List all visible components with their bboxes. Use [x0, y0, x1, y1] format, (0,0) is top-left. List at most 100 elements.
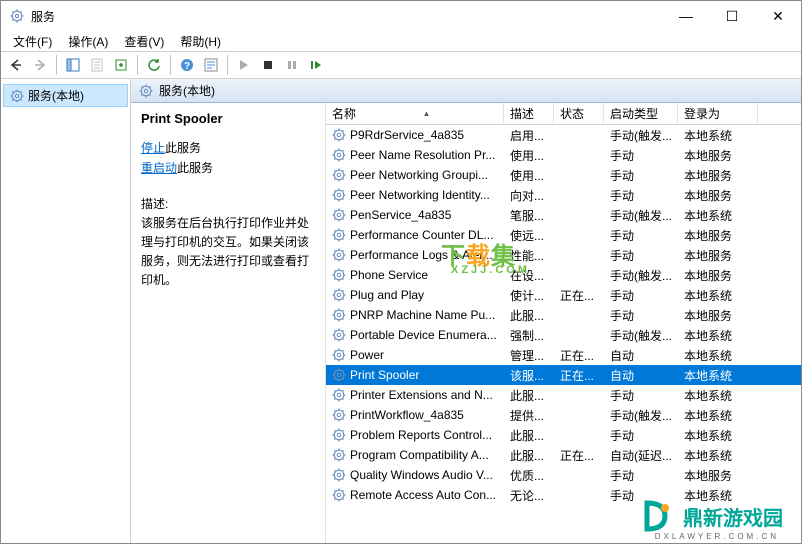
table-row[interactable]: Peer Networking Identity...向对...手动本地服务 — [326, 185, 801, 205]
table-row[interactable]: Print Spooler该服...正在...自动本地系统 — [326, 365, 801, 385]
cell-desc: 笔服... — [504, 207, 554, 224]
back-button[interactable] — [5, 54, 27, 76]
table-row[interactable]: Quality Windows Audio V...优质...手动本地服务 — [326, 465, 801, 485]
maximize-button[interactable]: ☐ — [709, 1, 755, 31]
detail-actions: 停止此服务 重启动此服务 — [141, 138, 315, 179]
table-row[interactable]: Peer Name Resolution Pr...使用...手动本地服务 — [326, 145, 801, 165]
cell-status: 正在... — [554, 447, 604, 464]
cell-startup: 手动(触发... — [604, 267, 678, 284]
restart-suffix: 此服务 — [177, 161, 213, 175]
table-row[interactable]: P9RdrService_4a835启用...手动(触发...本地系统 — [326, 125, 801, 145]
table-row[interactable]: PrintWorkflow_4a835提供...手动(触发...本地系统 — [326, 405, 801, 425]
cell-name: Program Compatibility A... — [326, 448, 504, 462]
toolbar: ? — [1, 51, 801, 79]
cell-logon: 本地服务 — [678, 147, 758, 164]
cell-desc: 管理... — [504, 347, 554, 364]
cell-name: PenService_4a835 — [326, 208, 504, 222]
cell-logon: 本地系统 — [678, 207, 758, 224]
service-name-text: Program Compatibility A... — [350, 448, 489, 462]
table-row[interactable]: Phone Service在设...手动(触发...本地服务 — [326, 265, 801, 285]
column-status[interactable]: 状态 — [554, 103, 604, 124]
gear-icon — [332, 228, 346, 242]
table-row[interactable]: Performance Logs & Aler...性能...手动本地服务 — [326, 245, 801, 265]
table-row[interactable]: Portable Device Enumera...强制...手动(触发...本… — [326, 325, 801, 345]
cell-name: P9RdrService_4a835 — [326, 128, 504, 142]
gear-icon — [10, 89, 24, 103]
table-row[interactable]: Performance Counter DL...使远...手动本地服务 — [326, 225, 801, 245]
cell-desc: 优质... — [504, 467, 554, 484]
table-row[interactable]: Remote Access Auto Con...无论...手动本地系统 — [326, 485, 801, 505]
cell-logon: 本地服务 — [678, 247, 758, 264]
column-description[interactable]: 描述 — [504, 103, 554, 124]
menubar: 文件(F) 操作(A) 查看(V) 帮助(H) — [1, 31, 801, 51]
cell-logon: 本地服务 — [678, 227, 758, 244]
restart-service-link[interactable]: 重启动 — [141, 161, 177, 175]
restart-service-button[interactable] — [305, 54, 327, 76]
cell-name: Print Spooler — [326, 368, 504, 382]
export-button[interactable] — [110, 54, 132, 76]
tree-root-services-local[interactable]: 服务(本地) — [3, 84, 128, 107]
toolbar-separator — [56, 55, 57, 75]
table-row[interactable]: PenService_4a835笔服...手动(触发...本地系统 — [326, 205, 801, 225]
gear-icon — [332, 328, 346, 342]
column-startup-type[interactable]: 启动类型 — [604, 103, 678, 124]
table-row[interactable]: Peer Networking Groupi...使用...手动本地服务 — [326, 165, 801, 185]
services-window: 服务 — ☐ ✕ 文件(F) 操作(A) 查看(V) 帮助(H) — [0, 0, 802, 544]
sort-asc-icon: ▲ — [356, 109, 497, 118]
cell-desc: 性能... — [504, 247, 554, 264]
titlebar: 服务 — ☐ ✕ — [1, 1, 801, 31]
table-row[interactable]: PNRP Machine Name Pu...此服...手动本地服务 — [326, 305, 801, 325]
cell-logon: 本地系统 — [678, 487, 758, 504]
description-label: 描述: — [141, 195, 315, 212]
description-text: 该服务在后台执行打印作业并处理与打印机的交互。如果关闭该服务，则无法进行打印或查… — [141, 214, 315, 291]
close-button[interactable]: ✕ — [755, 1, 801, 31]
pause-service-button[interactable] — [281, 54, 303, 76]
service-name-text: Plug and Play — [350, 288, 424, 302]
service-name-text: Portable Device Enumera... — [350, 328, 497, 342]
cell-desc: 使用... — [504, 167, 554, 184]
start-service-button[interactable] — [233, 54, 255, 76]
table-row[interactable]: Power管理...正在...自动本地系统 — [326, 345, 801, 365]
cell-desc: 在设... — [504, 267, 554, 284]
gear-icon — [139, 84, 153, 98]
cell-startup: 手动 — [604, 487, 678, 504]
refresh-button[interactable] — [143, 54, 165, 76]
service-name-text: Print Spooler — [350, 368, 419, 382]
menu-help[interactable]: 帮助(H) — [172, 33, 229, 50]
cell-startup: 自动 — [604, 367, 678, 384]
show-hide-tree-button[interactable] — [62, 54, 84, 76]
cell-logon: 本地服务 — [678, 267, 758, 284]
cell-desc: 此服... — [504, 387, 554, 404]
cell-name: Remote Access Auto Con... — [326, 488, 504, 502]
gear-icon — [332, 448, 346, 462]
gear-icon — [332, 488, 346, 502]
cell-logon: 本地系统 — [678, 447, 758, 464]
properties-button[interactable] — [86, 54, 108, 76]
cell-startup: 手动 — [604, 467, 678, 484]
table-row[interactable]: Plug and Play使计...正在...手动本地系统 — [326, 285, 801, 305]
menu-view[interactable]: 查看(V) — [116, 33, 172, 50]
gear-icon — [332, 128, 346, 142]
table-row[interactable]: Printer Extensions and N...此服...手动本地系统 — [326, 385, 801, 405]
stop-suffix: 此服务 — [165, 141, 201, 155]
menu-file[interactable]: 文件(F) — [5, 33, 60, 50]
minimize-button[interactable]: — — [663, 1, 709, 31]
stop-service-link[interactable]: 停止 — [141, 141, 165, 155]
list-body[interactable]: P9RdrService_4a835启用...手动(触发...本地系统Peer … — [326, 125, 801, 543]
cell-startup: 手动 — [604, 247, 678, 264]
info-button[interactable] — [200, 54, 222, 76]
table-row[interactable]: Problem Reports Control...此服...手动本地系统 — [326, 425, 801, 445]
table-row[interactable]: Program Compatibility A...此服...正在...自动(延… — [326, 445, 801, 465]
gear-icon — [332, 468, 346, 482]
forward-button[interactable] — [29, 54, 51, 76]
right-pane-title: 服务(本地) — [159, 82, 215, 99]
service-name-text: Power — [350, 348, 384, 362]
cell-desc: 使远... — [504, 227, 554, 244]
cell-startup: 自动 — [604, 347, 678, 364]
gear-icon — [332, 388, 346, 402]
stop-service-button[interactable] — [257, 54, 279, 76]
help-button[interactable]: ? — [176, 54, 198, 76]
menu-action[interactable]: 操作(A) — [60, 33, 116, 50]
column-logon-as[interactable]: 登录为 — [678, 103, 758, 124]
column-name[interactable]: 名称 ▲ — [326, 103, 504, 124]
